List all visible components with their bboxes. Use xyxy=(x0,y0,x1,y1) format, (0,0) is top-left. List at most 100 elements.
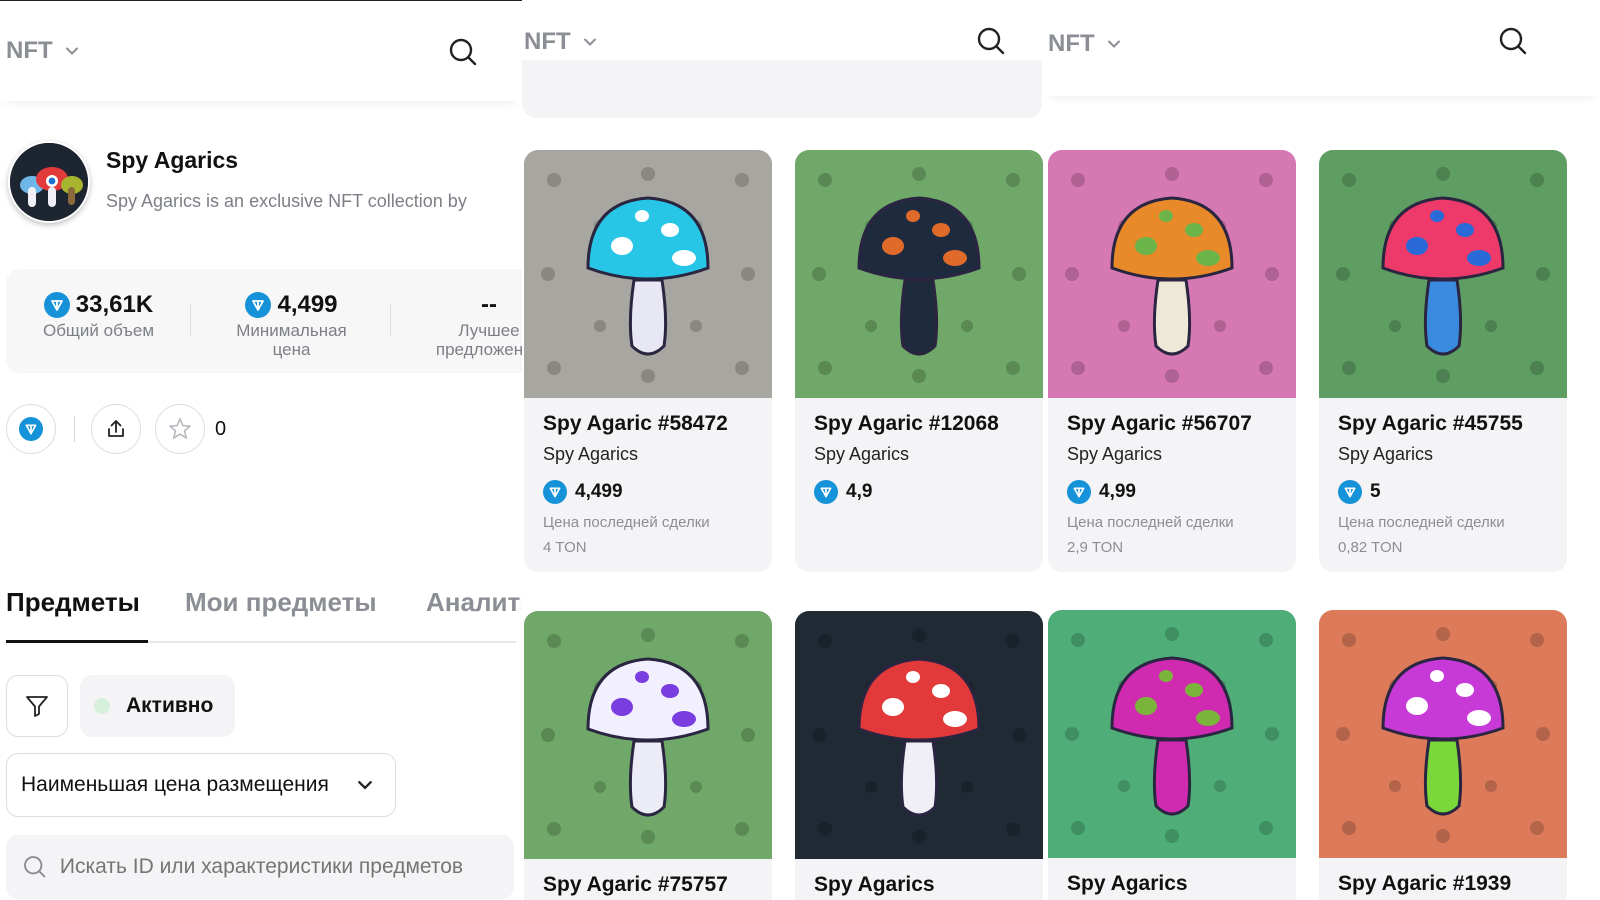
search-icon[interactable] xyxy=(448,37,478,67)
chevron-down-icon xyxy=(358,781,372,790)
ton-coin-icon xyxy=(43,292,70,318)
ton-verified-button[interactable] xyxy=(6,404,56,454)
nft-artwork xyxy=(1048,610,1296,858)
nft-price-value: 4,9 xyxy=(846,481,873,502)
nft-artwork xyxy=(1048,150,1296,398)
grid-panel-left: NFT Spy Agaric #58472 Spy Agarics 4,499 Цен… xyxy=(522,0,1044,900)
ton-coin-icon xyxy=(19,417,43,441)
share-button[interactable] xyxy=(91,404,141,454)
favorites-count: 0 xyxy=(215,417,227,440)
nft-price: 4,99 xyxy=(1067,480,1136,504)
share-icon xyxy=(108,420,124,437)
nft-card[interactable]: Spy Agaric #45755 Spy Agarics 5 Цена послед… xyxy=(1319,150,1567,572)
nft-label: NFT xyxy=(1048,30,1095,57)
chevron-down-icon xyxy=(65,47,78,55)
last-sale-label: Цена последней сделки xyxy=(543,514,710,531)
nft-card[interactable]: Spy Agarics xyxy=(795,611,1043,900)
stat-label: Минимальная цена xyxy=(236,321,347,359)
stat-value: -- xyxy=(481,291,497,318)
nft-image xyxy=(524,150,772,398)
top-bar: NFT xyxy=(0,1,522,101)
grid-panel-right: Spy Agaric #56707 Spy Agarics 4,99 Цена пос… xyxy=(1044,0,1600,900)
status-filter-chip[interactable]: Активно xyxy=(80,675,236,737)
nft-name: Spy Agaric #56707 xyxy=(1067,412,1252,435)
ton-coin-icon xyxy=(1067,480,1091,504)
nft-name: Spy Agarics xyxy=(1067,872,1188,895)
tab-items[interactable]: Предметы xyxy=(6,587,140,618)
nft-label: NFT xyxy=(6,37,53,64)
sort-label: Наименьшая цена размещения xyxy=(21,773,329,796)
nft-card[interactable]: Spy Agaric #58472 Spy Agarics 4,499 Цена по… xyxy=(524,150,772,572)
status-dot xyxy=(94,698,110,714)
nft-image xyxy=(1319,610,1567,858)
stat-floor-price: 4,499 Минимальная цена xyxy=(224,291,359,359)
last-sale-label: Цена последней сделки xyxy=(1338,514,1505,531)
nft-price-value: 5 xyxy=(1370,481,1381,502)
nft-card[interactable]: Spy Agarics xyxy=(1048,610,1296,900)
divider xyxy=(390,303,391,337)
search-icon[interactable] xyxy=(976,26,1006,56)
nft-card[interactable]: Spy Agaric #1939 xyxy=(1319,610,1567,900)
status-filter-label: Активно xyxy=(126,694,214,717)
nft-image xyxy=(1048,610,1296,858)
filter-button[interactable] xyxy=(6,675,68,737)
tab-analytics[interactable]: Аналитика xyxy=(426,587,522,618)
nft-image xyxy=(524,611,772,859)
nft-name: Spy Agarics xyxy=(814,873,935,896)
star-icon xyxy=(169,418,191,439)
nft-name: Spy Agaric #1939 xyxy=(1338,872,1512,895)
ton-coin-icon xyxy=(1338,480,1362,504)
nft-collection: Spy Agarics xyxy=(1067,444,1163,464)
filter-icon xyxy=(26,696,48,717)
stat-total-volume: 33,61K Общий объем xyxy=(36,291,161,340)
chevron-down-icon xyxy=(1107,40,1120,48)
last-sale-label: Цена последней сделки xyxy=(1067,514,1234,531)
filter-row: Активно xyxy=(6,675,236,737)
top-bar: NFT xyxy=(1044,0,1600,96)
collection-stats: 33,61K Общий объем 4,499 Минимальная цен… xyxy=(6,269,522,373)
top-bar: NFT xyxy=(522,0,1044,96)
nft-menu-button[interactable]: NFT xyxy=(6,37,79,65)
tab-my-items[interactable]: Мои предметы xyxy=(185,587,377,618)
last-sale-value: 4 TON xyxy=(543,539,587,556)
nft-artwork xyxy=(795,150,1043,398)
nft-image xyxy=(795,150,1043,398)
item-search-field[interactable] xyxy=(6,835,514,899)
search-icon[interactable] xyxy=(1498,26,1528,56)
nft-price: 5 xyxy=(1338,480,1381,504)
nft-price: 4,9 xyxy=(814,480,872,504)
nft-label: NFT xyxy=(524,28,571,55)
chevron-down-icon xyxy=(583,38,596,46)
nft-name: Spy Agaric #58472 xyxy=(543,412,728,435)
ton-coin-icon xyxy=(543,480,567,504)
nft-artwork xyxy=(1319,150,1567,398)
item-tabs: Предметы Мои предметы Аналитика xyxy=(6,587,522,643)
nft-price-value: 4,499 xyxy=(575,481,623,502)
nft-card[interactable]: Spy Agaric #56707 Spy Agarics 4,99 Цена пос… xyxy=(1048,150,1296,572)
nft-menu-button[interactable]: NFT xyxy=(524,28,597,56)
nft-name: Spy Agaric #12068 xyxy=(814,412,999,435)
divider xyxy=(74,416,75,442)
stat-best-offer: -- Лучшее предложение xyxy=(424,291,522,359)
nft-card[interactable]: Spy Agaric #75757Spy Agarics xyxy=(524,611,772,900)
collection-actions: 0 xyxy=(6,404,226,454)
last-sale-value: 0,82 TON xyxy=(1338,539,1403,556)
nft-collection: Spy Agarics xyxy=(814,444,910,464)
sort-select[interactable]: Наименьшая цена размещения xyxy=(6,753,396,817)
divider xyxy=(190,303,191,337)
item-search-input[interactable] xyxy=(59,855,498,879)
nft-image xyxy=(1048,150,1296,398)
nft-artwork xyxy=(1319,610,1567,858)
collection-description[interactable]: Spy Agarics is an exclusive NFT collecti… xyxy=(106,191,467,212)
favorite-button[interactable] xyxy=(155,404,205,454)
nft-menu-button[interactable]: NFT xyxy=(1048,30,1121,58)
nft-price-value: 4,99 xyxy=(1099,481,1136,502)
nft-price: 4,499 xyxy=(543,480,623,504)
nft-card[interactable]: Spy Agaric #12068 Spy Agarics 4,9 xyxy=(795,150,1043,572)
last-sale-value: 2,9 TON xyxy=(1067,539,1124,556)
nft-artwork xyxy=(795,611,1043,859)
stat-label: Лучшее предложение xyxy=(435,321,522,359)
collection-panel: NFT Spy Agarics Spy Agarics is an exclus… xyxy=(0,0,522,900)
collection-avatar xyxy=(8,141,90,223)
nft-artwork xyxy=(524,611,772,859)
